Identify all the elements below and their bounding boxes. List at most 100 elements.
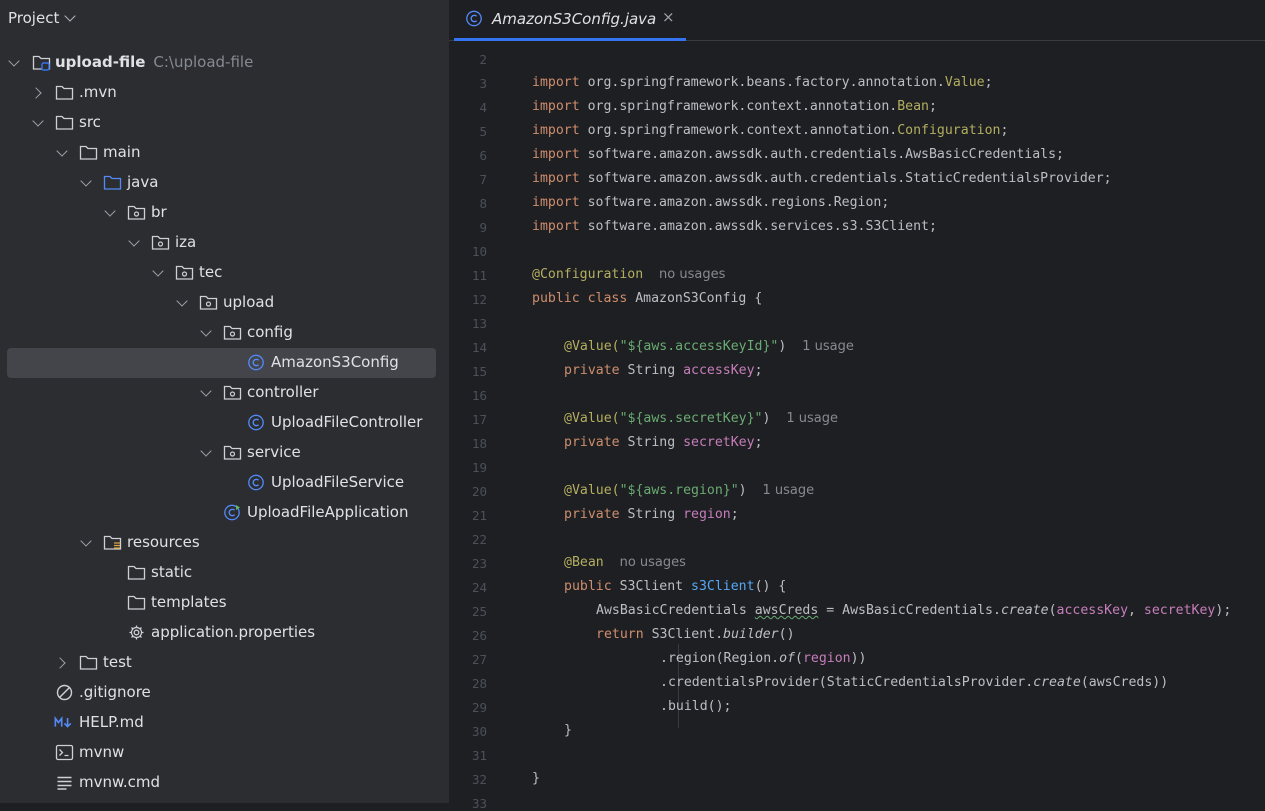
tree-item-test[interactable]: test xyxy=(0,648,449,678)
tree-item-label: static xyxy=(151,563,193,581)
usage-hint[interactable]: 1 usage xyxy=(802,339,854,354)
tree-item-config[interactable]: config xyxy=(0,318,449,348)
line-number: 22 xyxy=(471,532,487,547)
line-number: 20 xyxy=(471,484,487,499)
java-class-icon xyxy=(466,10,482,27)
tree-item-label: UploadFileController xyxy=(271,413,423,431)
tree-item-mvn[interactable]: .mvn xyxy=(0,78,449,108)
tree-item-tec[interactable]: tec xyxy=(0,258,449,288)
chevron-right-icon[interactable] xyxy=(54,657,66,669)
usage-hint[interactable]: 1 usage xyxy=(786,411,838,426)
tree-item-amazons3config[interactable]: AmazonS3Config xyxy=(0,348,449,378)
line-number-gutter: 2 3 4 5 6 7 8 9 10 11 12 13 14 15 16 17 … xyxy=(449,40,513,811)
tree-item-src[interactable]: src xyxy=(0,108,449,138)
line-number: 29 xyxy=(471,700,487,715)
usage-hint[interactable]: no usages xyxy=(659,267,725,282)
text-file-icon xyxy=(57,776,72,790)
tree-item-upload[interactable]: upload xyxy=(0,288,449,318)
chevron-down-icon[interactable] xyxy=(128,235,140,247)
folder-icon xyxy=(55,115,74,130)
code-line: @Value("${aws.region}") 1 usage xyxy=(564,483,815,498)
tree-item-templates[interactable]: templates xyxy=(0,588,449,618)
tree-item-help-md[interactable]: HELP.md xyxy=(0,708,449,738)
code-line: } xyxy=(532,771,540,786)
tree-item-service[interactable]: service xyxy=(0,438,449,468)
line-number: 2 xyxy=(479,52,487,67)
tree-item-mvnw-cmd[interactable]: mvnw.cmd xyxy=(0,768,449,798)
folder-icon xyxy=(79,145,98,160)
code-line: .credentialsProvider(StaticCredentialsPr… xyxy=(660,675,1169,690)
package-icon xyxy=(223,325,242,340)
tree-item-java[interactable]: java xyxy=(0,168,449,198)
tree-item-label: UploadFileService xyxy=(271,473,405,491)
code-line: return S3Client.builder() xyxy=(596,627,795,642)
tree-item-label: templates xyxy=(151,593,227,611)
tree-item-uploadfileservice[interactable]: UploadFileService xyxy=(0,468,449,498)
line-number: 6 xyxy=(479,148,487,163)
line-number: 32 xyxy=(471,772,487,787)
line-number: 10 xyxy=(471,244,487,259)
tree-item-resources[interactable]: resources xyxy=(0,528,449,558)
tree-item-upload-file[interactable]: upload-file C:\upload-file xyxy=(0,48,449,78)
tree-item-br[interactable]: br xyxy=(0,198,449,228)
line-number: 9 xyxy=(479,220,487,235)
chevron-down-icon[interactable] xyxy=(56,145,68,157)
close-icon[interactable]: × xyxy=(662,8,675,26)
line-number: 3 xyxy=(479,76,487,91)
chevron-down-icon[interactable] xyxy=(8,55,20,67)
code-line: @Value("${aws.secretKey}") 1 usage xyxy=(564,411,838,426)
chevron-down-icon[interactable] xyxy=(80,175,92,187)
code-line: import software.amazon.awssdk.auth.crede… xyxy=(532,171,1112,186)
java-class-icon xyxy=(248,474,264,491)
tree-item-mvnw[interactable]: mvnw xyxy=(0,738,449,768)
line-number: 23 xyxy=(471,556,487,571)
chevron-down-icon[interactable] xyxy=(104,205,116,217)
chevron-down-icon[interactable] xyxy=(176,295,188,307)
chevron-down-icon[interactable] xyxy=(152,265,164,277)
tree-item-label: AmazonS3Config xyxy=(271,353,399,371)
line-number: 27 xyxy=(471,652,487,667)
tree-item-label: tec xyxy=(199,263,223,281)
code-area[interactable]: import org.springframework.beans.factory… xyxy=(532,40,1265,803)
chevron-down-icon[interactable] xyxy=(32,115,44,127)
project-path: C:\upload-file xyxy=(153,53,254,71)
tree-item-uploadfileapplication[interactable]: UploadFileApplication xyxy=(0,498,449,528)
chevron-down-icon[interactable] xyxy=(200,385,212,397)
line-number: 14 xyxy=(471,340,487,355)
chevron-down-icon[interactable] xyxy=(200,325,212,337)
usage-hint[interactable]: 1 usage xyxy=(763,483,815,498)
package-icon xyxy=(199,295,218,310)
line-number: 13 xyxy=(471,316,487,331)
line-number: 26 xyxy=(471,628,487,643)
line-number: 7 xyxy=(479,172,487,187)
chevron-right-icon[interactable] xyxy=(30,87,42,99)
code-line: @Bean no usages xyxy=(564,555,686,570)
chevron-down-icon[interactable] xyxy=(80,535,92,547)
code-line: @Configuration no usages xyxy=(532,267,726,282)
code-line: import software.amazon.awssdk.auth.crede… xyxy=(532,147,1064,162)
java-application-class-icon xyxy=(224,504,240,521)
tree-item-controller[interactable]: controller xyxy=(0,378,449,408)
code-line: AwsBasicCredentials awsCreds = AwsBasicC… xyxy=(596,603,1232,618)
code-editor[interactable]: AmazonS3Config.java × 2 3 4 5 6 7 8 9 10… xyxy=(449,0,1265,811)
tree-item-iza[interactable]: iza xyxy=(0,228,449,258)
tree-item-uploadfilecontroller[interactable]: UploadFileController xyxy=(0,408,449,438)
code-line: import org.springframework.context.annot… xyxy=(532,99,937,114)
code-line: .build(); xyxy=(660,699,732,714)
tree-item-label: HELP.md xyxy=(79,713,144,731)
tree-item-application-properties[interactable]: application.properties xyxy=(0,618,449,648)
tree-item-label: br xyxy=(151,203,167,221)
project-view-selector[interactable]: Project xyxy=(8,6,76,30)
line-number: 4 xyxy=(479,100,487,115)
tab-amazons3config-java[interactable]: AmazonS3Config.java × xyxy=(454,0,686,41)
line-number: 21 xyxy=(471,508,487,523)
tree-item-label: application.properties xyxy=(151,623,316,641)
tree-item-static[interactable]: static xyxy=(0,558,449,588)
usage-hint[interactable]: no usages xyxy=(620,555,686,570)
code-line: import software.amazon.awssdk.regions.Re… xyxy=(532,195,890,210)
chevron-down-icon[interactable] xyxy=(200,445,212,457)
tree-item-gitignore[interactable]: .gitignore xyxy=(0,678,449,708)
code-line: @Value("${aws.accessKeyId}") 1 usage xyxy=(564,339,854,354)
line-number: 25 xyxy=(471,604,487,619)
tree-item-main[interactable]: main xyxy=(0,138,449,168)
